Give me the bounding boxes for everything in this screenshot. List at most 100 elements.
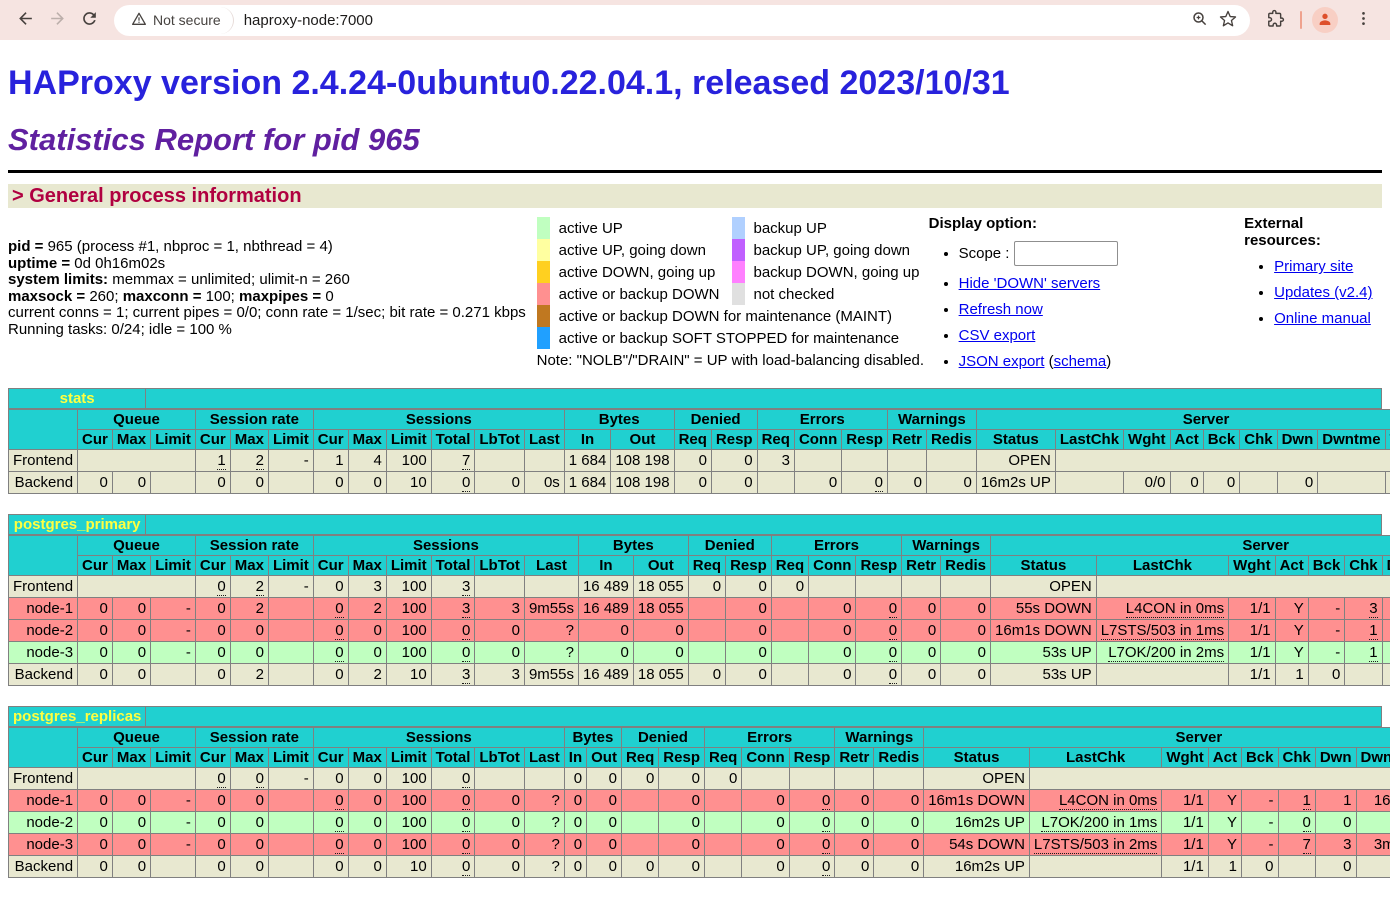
- stat-cell: 16m1s: [1356, 790, 1390, 812]
- proxy-name-link[interactable]: postgres_primary: [14, 516, 141, 533]
- forward-button[interactable]: [42, 5, 72, 35]
- row-label-link[interactable]: node-1: [26, 600, 73, 617]
- stat-cell: 1: [1382, 620, 1390, 642]
- address-bar[interactable]: Not secure haproxy-node:7000: [114, 5, 1250, 36]
- table-row: Frontend12-1410071 684108 198003OPEN: [9, 450, 1390, 472]
- tooltip-value: L4CON in 0ms: [1126, 600, 1224, 618]
- row-label-link[interactable]: Frontend: [13, 770, 73, 787]
- corner-cell: [9, 536, 78, 576]
- stat-cell: 1/1: [1229, 598, 1275, 620]
- display-option-item: CSV export: [959, 327, 1213, 344]
- stat-cell: 9m55s: [524, 598, 578, 620]
- row-label-link[interactable]: node-2: [26, 622, 73, 639]
- column-header: Cur: [313, 748, 348, 768]
- scope-item: Scope :: [959, 241, 1213, 266]
- stat-cell: [621, 812, 658, 834]
- proxy-section-stats: statsQueueSession rateSessionsBytesDenie…: [8, 388, 1382, 494]
- row-label-link[interactable]: Backend: [15, 474, 73, 491]
- external-resource-link[interactable]: Online manual: [1274, 310, 1371, 327]
- stat-cell: 0: [711, 472, 757, 494]
- bookmark-button[interactable]: [1214, 6, 1242, 34]
- stat-cell: [151, 472, 196, 494]
- stat-cell: L7OK/200 in 2ms: [1096, 642, 1228, 664]
- tooltip-value: L4CON in 0ms: [1059, 792, 1157, 810]
- stat-cell: 0: [835, 834, 874, 856]
- row-label-link[interactable]: Backend: [15, 858, 73, 875]
- stat-cell: [1096, 576, 1390, 598]
- row-label-link[interactable]: node-1: [26, 792, 73, 809]
- stat-cell: 3m29s: [1356, 834, 1390, 856]
- stat-cell: 0/0: [1124, 472, 1170, 494]
- display-option-link[interactable]: Hide 'DOWN' servers: [959, 275, 1101, 292]
- security-badge[interactable]: Not secure: [122, 7, 234, 34]
- stat-cell: 0: [659, 790, 705, 812]
- json-export-link[interactable]: JSON export: [959, 353, 1045, 370]
- tooltip-value: 0: [889, 622, 897, 640]
- row-label-link[interactable]: Frontend: [13, 452, 73, 469]
- stat-cell: 0: [1203, 472, 1240, 494]
- column-header: Wght: [1162, 748, 1208, 768]
- stat-cell: 1/1: [1229, 620, 1275, 642]
- tooltip-value: 0: [335, 836, 343, 854]
- stat-cell: 0: [856, 664, 902, 686]
- external-resource-link[interactable]: Updates (v2.4): [1274, 284, 1372, 301]
- legend-color-box: [537, 305, 550, 327]
- stat-cell: 0: [926, 472, 976, 494]
- external-resource-link[interactable]: Primary site: [1274, 258, 1353, 275]
- stat-cell: [742, 768, 789, 790]
- menu-button[interactable]: [1348, 5, 1378, 35]
- display-option-link[interactable]: CSV export: [959, 327, 1036, 344]
- stat-cell: [268, 598, 313, 620]
- stat-cell: [268, 472, 313, 494]
- proxy-name-link[interactable]: stats: [60, 390, 95, 407]
- display-option-link[interactable]: Refresh now: [959, 301, 1043, 318]
- display-option-item: Refresh now: [959, 301, 1213, 318]
- row-label-link[interactable]: node-3: [26, 836, 73, 853]
- stat-cell: 0: [112, 834, 150, 856]
- row-label-link[interactable]: Backend: [15, 666, 73, 683]
- column-header: Max: [230, 748, 268, 768]
- tooltip-value: 0: [256, 770, 264, 788]
- zoom-button[interactable]: [1186, 6, 1214, 34]
- stat-cell: 0: [313, 642, 348, 664]
- stat-cell: 0: [475, 620, 525, 642]
- stat-cell: 0: [874, 856, 924, 878]
- reload-button[interactable]: [74, 5, 104, 35]
- column-header: LastChk: [1096, 556, 1228, 576]
- url-text[interactable]: haproxy-node:7000: [244, 12, 1186, 29]
- extensions-button[interactable]: [1260, 5, 1290, 35]
- column-group-header: Server: [924, 728, 1390, 748]
- stat-cell: 0: [789, 790, 835, 812]
- warning-triangle-icon: [131, 11, 147, 30]
- stat-cell: Y: [1275, 598, 1308, 620]
- tooltip-value: 2: [256, 452, 264, 470]
- row-label-link[interactable]: node-2: [26, 814, 73, 831]
- row-label-link[interactable]: node-3: [26, 644, 73, 661]
- column-header: Req: [771, 556, 808, 576]
- back-button[interactable]: [10, 5, 40, 35]
- profile-button[interactable]: [1312, 7, 1338, 33]
- column-header: Cur: [313, 556, 348, 576]
- row-label-link[interactable]: Frontend: [13, 578, 73, 595]
- schema-link[interactable]: schema: [1054, 353, 1107, 370]
- process-info-line: current conns = 1; current pipes = 0/0; …: [8, 305, 537, 322]
- stat-cell: 0: [195, 576, 230, 598]
- forward-arrow-icon: [48, 9, 67, 31]
- stat-cell: L7STS/503 in 2ms: [1029, 834, 1161, 856]
- stat-cell: 0: [195, 790, 230, 812]
- proxy-name-link[interactable]: postgres_replicas: [13, 708, 141, 725]
- stat-cell: [524, 576, 578, 598]
- column-header: Status: [924, 748, 1030, 768]
- column-header: Cur: [195, 556, 230, 576]
- tooltip-value: 0: [1303, 814, 1311, 832]
- stat-cell: 0: [1315, 856, 1356, 878]
- stat-cell: 0: [874, 790, 924, 812]
- stat-cell: 0: [195, 768, 230, 790]
- scope-input[interactable]: [1014, 241, 1118, 266]
- tooltip-value: 0: [335, 814, 343, 832]
- column-header: Max: [112, 748, 150, 768]
- column-header: Req: [757, 430, 794, 450]
- column-group-header: Session rate: [195, 536, 313, 556]
- external-resource-item: Updates (v2.4): [1274, 284, 1382, 301]
- stat-cell: 0: [587, 812, 622, 834]
